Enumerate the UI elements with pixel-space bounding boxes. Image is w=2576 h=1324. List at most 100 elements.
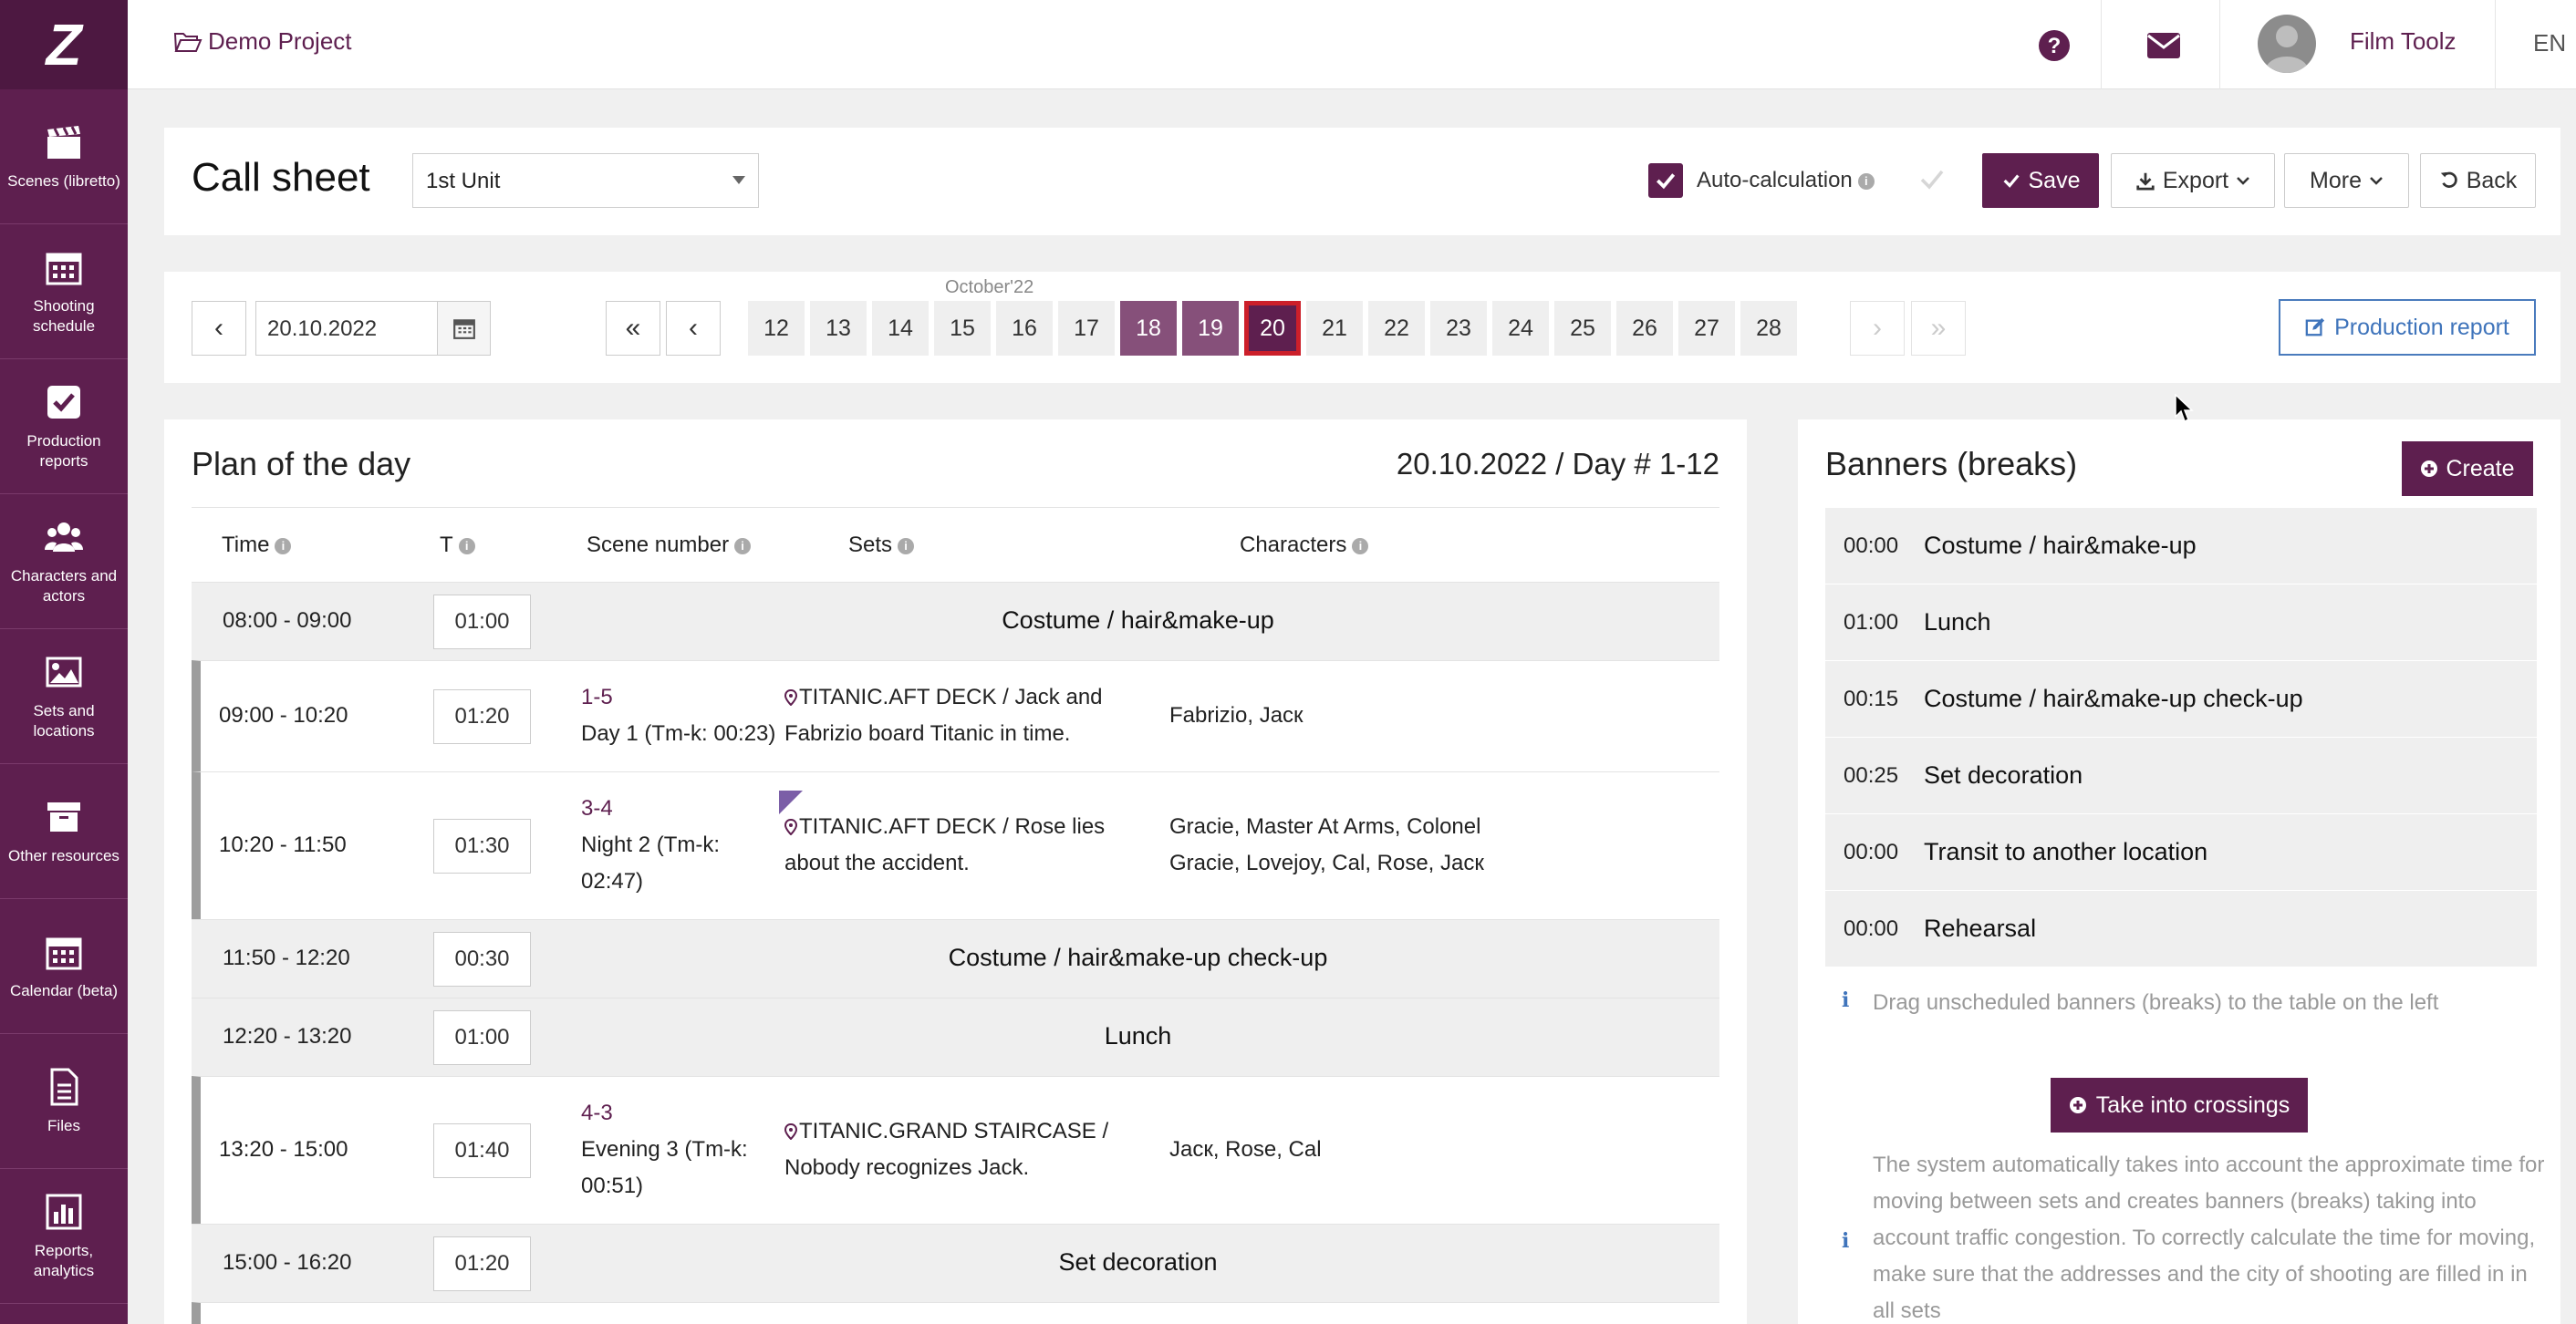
day-button-26[interactable]: 26 bbox=[1616, 301, 1673, 356]
characters-cell: Gracie, Master At Arms, Colonel Gracie, … bbox=[1169, 814, 1484, 875]
auto-calculation-label: Auto-calculation i bbox=[1697, 168, 1875, 193]
day-button-25[interactable]: 25 bbox=[1554, 301, 1611, 356]
day-button-27[interactable]: 27 bbox=[1678, 301, 1735, 356]
day-button-13[interactable]: 13 bbox=[810, 301, 867, 356]
previous-day-button[interactable]: ‹ bbox=[192, 301, 246, 356]
auto-calculation-checkbox[interactable] bbox=[1648, 163, 1683, 198]
last-page-button[interactable]: » bbox=[1911, 301, 1966, 356]
sidebar-item-other-resources[interactable]: Other resources bbox=[0, 764, 128, 899]
info-icon: i bbox=[1842, 988, 1850, 1012]
banner-name: Rehearsal bbox=[1924, 915, 2037, 942]
duration-input[interactable]: 01:00 bbox=[433, 1010, 531, 1065]
duration-input[interactable]: 01:40 bbox=[433, 1123, 531, 1178]
first-page-button[interactable]: « bbox=[606, 301, 660, 356]
sidebar-item-characters[interactable]: Characters and actors bbox=[0, 494, 128, 629]
plan-of-the-day: Plan of the day 20.10.2022 / Day # 1-12 … bbox=[164, 419, 1747, 1324]
page-title: Call sheet bbox=[192, 155, 370, 200]
sidebar-item-production-reports[interactable]: Production reports bbox=[0, 359, 128, 494]
banner-duration: 00:15 bbox=[1844, 687, 1899, 711]
day-button-20[interactable]: 20 bbox=[1244, 301, 1301, 356]
day-button-21[interactable]: 21 bbox=[1306, 301, 1363, 356]
previous-page-button[interactable]: ‹ bbox=[666, 301, 721, 356]
banner-item[interactable]: 00:00 Transit to another location bbox=[1825, 814, 2537, 891]
sidebar-item-scenes[interactable]: Scenes (libretto) bbox=[0, 89, 128, 224]
duration-input[interactable]: 01:20 bbox=[433, 689, 531, 744]
date-picker-button[interactable] bbox=[438, 301, 491, 356]
back-button[interactable]: Back bbox=[2420, 153, 2536, 208]
plus-circle-icon bbox=[2421, 460, 2438, 477]
info-icon[interactable]: i bbox=[1352, 537, 1369, 554]
set-name[interactable]: TITANIC.AFT DECK / Jack and Fabrizio boa… bbox=[784, 685, 1103, 746]
table-row[interactable]: 15:00 - 16:20 01:20 Set decoration bbox=[192, 1224, 1719, 1302]
day-button-16[interactable]: 16 bbox=[996, 301, 1053, 356]
day-button-19[interactable]: 19 bbox=[1182, 301, 1239, 356]
set-name[interactable]: TITANIC.AFT DECK / Rose lies about the a… bbox=[784, 814, 1105, 875]
scene-number-link[interactable]: 1-5 bbox=[581, 679, 791, 716]
duration-input[interactable]: 01:00 bbox=[433, 595, 531, 649]
create-banner-button[interactable]: Create bbox=[2402, 441, 2533, 496]
banner-item[interactable]: 00:15 Costume / hair&make-up check-up bbox=[1825, 661, 2537, 738]
info-icon[interactable]: i bbox=[1857, 172, 1875, 190]
edit-icon bbox=[2305, 317, 2325, 336]
table-row[interactable]: 11:50 - 12:20 00:30 Costume / hair&make-… bbox=[192, 919, 1719, 998]
scene-description: Night 2 (Tm-k: 02:47) bbox=[581, 833, 721, 894]
banner-name: Lunch bbox=[1104, 1022, 1172, 1050]
table-row[interactable]: 08:00 - 09:00 01:00 Costume / hair&make-… bbox=[192, 582, 1719, 660]
mouse-cursor-icon bbox=[2175, 394, 2194, 423]
banner-item[interactable]: 00:00 Costume / hair&make-up bbox=[1825, 508, 2537, 584]
take-into-crossings-button[interactable]: Take into crossings bbox=[2051, 1078, 2308, 1133]
next-page-button[interactable]: › bbox=[1850, 301, 1905, 356]
duration-input[interactable]: 00:30 bbox=[433, 932, 531, 987]
table-row[interactable]: 09:00 - 10:20 01:20 1-5 Day 1 (Tm-k: 00:… bbox=[192, 660, 1719, 771]
sidebar-item-files[interactable]: Files bbox=[0, 1034, 128, 1169]
column-header-scene-number: Scene number i bbox=[587, 533, 752, 558]
info-icon[interactable]: i bbox=[734, 537, 752, 554]
duration-input[interactable]: 01:20 bbox=[433, 1236, 531, 1291]
date-navigation: ‹ 20.10.2022 « ‹ October'22 › » Producti… bbox=[164, 272, 2560, 383]
more-button[interactable]: More bbox=[2284, 153, 2409, 208]
day-button-17[interactable]: 17 bbox=[1058, 301, 1115, 356]
table-row[interactable] bbox=[192, 1302, 1719, 1324]
date-input[interactable]: 20.10.2022 bbox=[255, 301, 438, 356]
production-report-button[interactable]: Production report bbox=[2279, 299, 2536, 356]
app-logo[interactable]: Z bbox=[0, 0, 128, 89]
banner-item[interactable]: 00:25 Set decoration bbox=[1825, 738, 2537, 814]
sidebar-item-calendar[interactable]: Calendar (beta) bbox=[0, 899, 128, 1034]
info-icon[interactable]: i bbox=[275, 537, 292, 554]
map-marker-icon bbox=[784, 819, 797, 835]
language-switcher[interactable]: EN bbox=[2533, 29, 2566, 57]
characters-cell: Fabrizio, Jacк bbox=[1169, 703, 1304, 728]
banner-item[interactable]: 00:00 Rehearsal bbox=[1825, 891, 2537, 967]
day-button-24[interactable]: 24 bbox=[1492, 301, 1549, 356]
day-button-12[interactable]: 12 bbox=[748, 301, 805, 356]
duration-input[interactable]: 01:30 bbox=[433, 819, 531, 874]
project-link[interactable]: Demo Project bbox=[173, 27, 352, 56]
unit-select[interactable]: 1st Unit bbox=[412, 153, 759, 208]
banner-item[interactable]: 01:00 Lunch bbox=[1825, 584, 2537, 661]
set-name[interactable]: TITANIC.GRAND STAIRCASE / Nobody recogni… bbox=[784, 1119, 1108, 1180]
table-row[interactable]: 12:20 - 13:20 01:00 Lunch bbox=[192, 998, 1719, 1076]
sidebar-item-reports[interactable]: Reports, analytics bbox=[0, 1169, 128, 1304]
day-button-14[interactable]: 14 bbox=[872, 301, 929, 356]
table-row[interactable]: 10:20 - 11:50 01:30 3-4 Night 2 (Tm-k: 0… bbox=[192, 771, 1719, 919]
mail-icon[interactable] bbox=[2140, 22, 2187, 69]
table-row[interactable]: 13:20 - 15:00 01:40 4-3 Evening 3 (Tm-k:… bbox=[192, 1076, 1719, 1224]
info-icon[interactable]: i bbox=[458, 537, 475, 554]
info-icon[interactable]: i bbox=[898, 537, 915, 554]
export-button[interactable]: Export bbox=[2111, 153, 2275, 208]
scene-number-link[interactable]: 3-4 bbox=[581, 791, 763, 827]
help-icon[interactable]: ? bbox=[2031, 22, 2078, 69]
banner-name: Transit to another location bbox=[1924, 838, 2208, 865]
day-button-18[interactable]: 18 bbox=[1120, 301, 1177, 356]
avatar[interactable] bbox=[2258, 15, 2316, 73]
user-name[interactable]: Film Toolz bbox=[2350, 27, 2457, 56]
day-button-22[interactable]: 22 bbox=[1368, 301, 1425, 356]
day-button-15[interactable]: 15 bbox=[934, 301, 991, 356]
check-icon bbox=[2003, 174, 2020, 188]
save-button[interactable]: Save bbox=[1982, 153, 2099, 208]
day-button-28[interactable]: 28 bbox=[1740, 301, 1797, 356]
sidebar-item-shooting-schedule[interactable]: Shooting schedule bbox=[0, 224, 128, 359]
day-button-23[interactable]: 23 bbox=[1430, 301, 1487, 356]
scene-number-link[interactable]: 4-3 bbox=[581, 1095, 763, 1132]
sidebar-item-sets-locations[interactable]: Sets and locations bbox=[0, 629, 128, 764]
